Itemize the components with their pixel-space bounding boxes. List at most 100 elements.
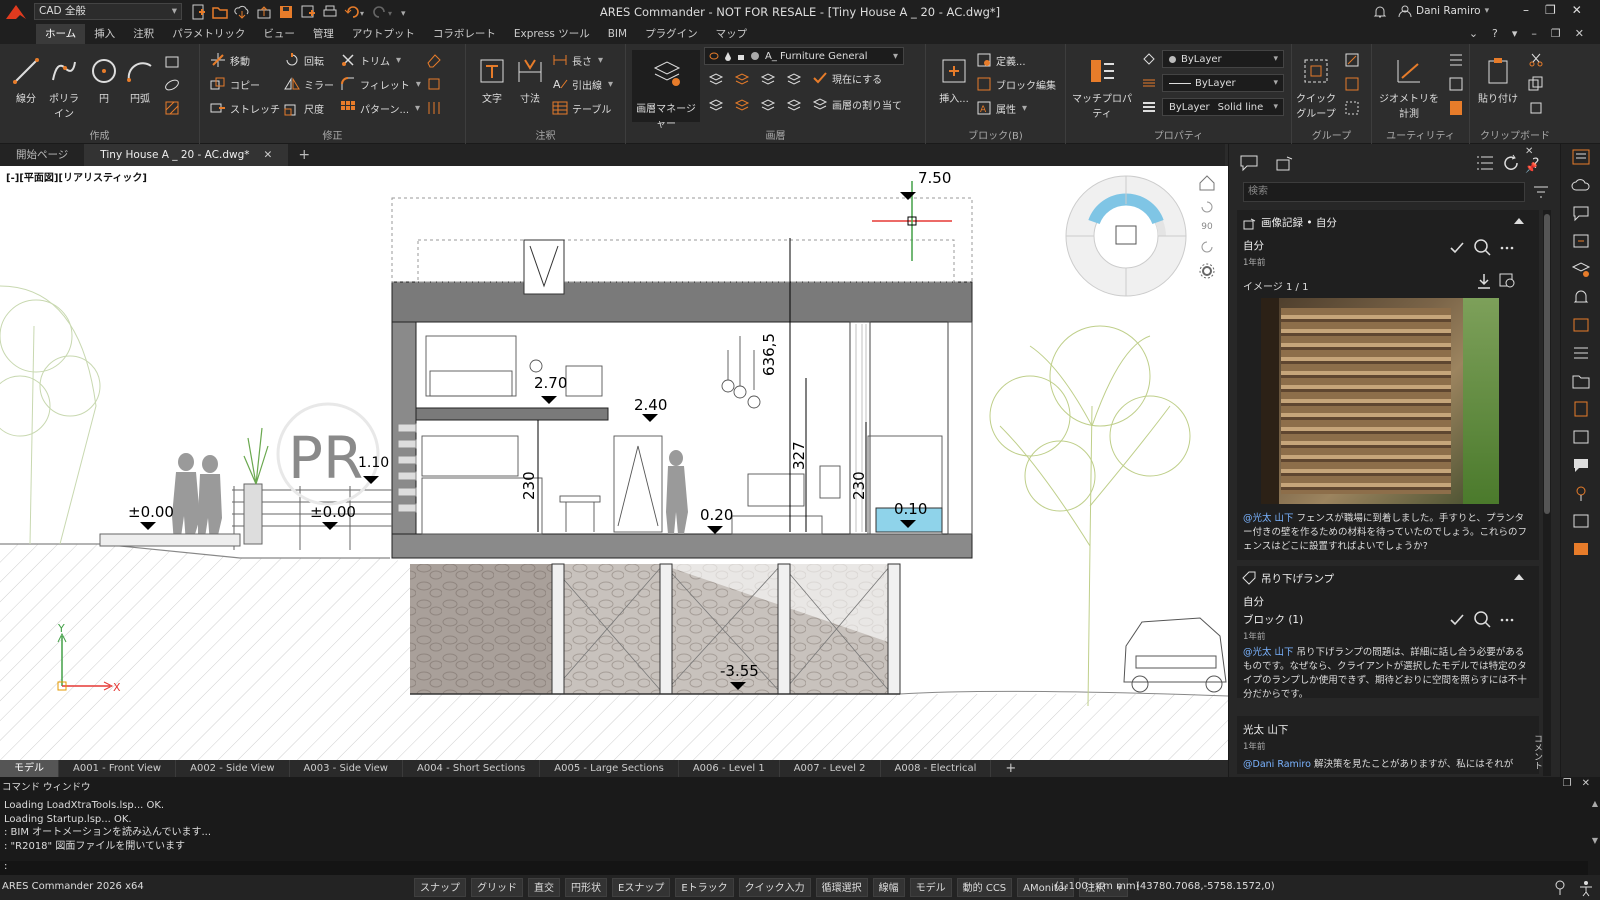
rectangle-button[interactable] [164, 52, 184, 72]
comment-icon[interactable] [1239, 153, 1259, 173]
resolve-check-icon[interactable] [1449, 612, 1465, 628]
bim-palette-icon[interactable] [1571, 428, 1591, 446]
layer-isolate-icon[interactable] [734, 72, 750, 86]
quick-group-button[interactable]: クイック グループ [1296, 56, 1336, 120]
image-palette-icon[interactable] [1571, 512, 1591, 530]
calculator-icon[interactable] [1448, 100, 1464, 116]
esnap-toggle[interactable]: Eスナップ [612, 878, 671, 897]
zoom-to-icon[interactable] [1473, 238, 1491, 256]
assign-layer-button[interactable]: 画層の割り当て [812, 94, 902, 114]
tab-start-page[interactable]: 開始ページ [0, 144, 84, 166]
sort-icon[interactable] [1531, 182, 1551, 202]
tab-manage[interactable]: 管理 [304, 24, 343, 44]
attribute-button[interactable]: A 属性 ▾ [976, 98, 1027, 118]
collapse-icon[interactable] [1513, 572, 1525, 582]
cycle-select-toggle[interactable]: 循環選択 [815, 878, 868, 897]
rotate-button[interactable]: 回転 [284, 50, 324, 70]
tab-output[interactable]: アウトプット [343, 24, 424, 44]
polyline-button[interactable]: ポリライン [46, 56, 82, 120]
ortho-toggle[interactable]: 直交 [528, 878, 560, 897]
layout-tab[interactable]: A007 - Level 2 [780, 760, 881, 777]
restore-icon[interactable]: ❐ [1563, 778, 1572, 789]
search-input[interactable]: 検索 [1243, 182, 1525, 202]
ellipse-button[interactable] [164, 75, 184, 95]
layout-tab[interactable]: A006 - Level 1 [679, 760, 780, 777]
download-icon[interactable] [1475, 272, 1493, 290]
accessibility-icon[interactable] [1576, 879, 1596, 897]
chevron-down-icon[interactable]: ▾ [1512, 27, 1518, 40]
pin-icon[interactable]: 📌 [1525, 163, 1537, 174]
tab-plugins[interactable]: プラグイン [636, 24, 707, 44]
comment-card-image[interactable]: 画像記録 • 自分 自分 1年前 イメージ 1 / 1 @光太 山下 フェンスが… [1237, 210, 1539, 560]
more-options-icon[interactable] [1499, 240, 1515, 256]
tool-matrix-icon[interactable] [1571, 344, 1591, 362]
layer-thaw-icon[interactable] [760, 98, 776, 112]
line-button[interactable]: 線分 [8, 56, 44, 105]
fence-photo[interactable] [1261, 298, 1499, 504]
help-icon[interactable]: ? [1492, 27, 1498, 40]
image-zoom-icon[interactable] [1499, 272, 1517, 290]
insert-block-button[interactable]: 挿入... [934, 56, 974, 105]
copy-clip-icon[interactable] [1528, 76, 1544, 92]
block-reference[interactable]: ブロック (1) [1243, 612, 1303, 627]
scrollbar-thumb[interactable] [1544, 214, 1550, 514]
group-select-icon[interactable] [1344, 100, 1360, 116]
erase-button[interactable] [426, 50, 446, 70]
properties-palette-icon[interactable] [1571, 148, 1591, 166]
color-select[interactable]: ByLayer [1162, 50, 1284, 68]
table-palette-icon[interactable] [1571, 540, 1591, 558]
tab-map[interactable]: マップ [707, 24, 757, 44]
explode-button[interactable] [426, 74, 446, 94]
linetype-select[interactable]: ByLayer [1162, 74, 1284, 92]
group-edit-icon[interactable] [1344, 52, 1360, 68]
hatch-button[interactable] [164, 98, 184, 118]
design-resources-icon[interactable] [1571, 232, 1591, 250]
tab-drawing[interactable]: Tiny House A _ 20 - AC.dwg* ✕ [84, 144, 289, 166]
close-icon[interactable]: ✕ [1582, 778, 1590, 789]
tab-collaborate[interactable]: コラボレート [424, 24, 505, 44]
close-doc-icon[interactable]: ✕ [1575, 27, 1584, 40]
tab-express-tools[interactable]: Express ツール [505, 24, 599, 44]
zoom-to-icon[interactable] [1473, 610, 1491, 628]
layer-lock-icon[interactable] [786, 72, 802, 86]
ribbon-collapse-icon[interactable]: ⌄ [1469, 27, 1478, 40]
view-cube-wheel[interactable] [1064, 174, 1188, 298]
new-tab-button[interactable]: + [288, 144, 320, 166]
quick-input-toggle[interactable]: クイック入力 [738, 878, 811, 897]
offset-button[interactable] [426, 98, 446, 118]
stretch-button[interactable]: ストレッチ [210, 98, 280, 118]
pattern-button[interactable]: パターン... ▾ [340, 98, 420, 118]
folder-icon[interactable] [1571, 372, 1591, 390]
paste-button[interactable]: 貼り付け [1476, 56, 1520, 105]
more-options-icon[interactable] [1499, 612, 1515, 628]
layer-freeze-icon[interactable] [760, 72, 776, 86]
layout-tab[interactable]: A004 - Short Sections [403, 760, 541, 777]
comments-palette-icon[interactable] [1571, 204, 1591, 222]
ungroup-icon[interactable] [1344, 76, 1360, 92]
image-note-icon[interactable] [1275, 153, 1295, 173]
restore-doc-icon[interactable]: ❐ [1551, 27, 1561, 40]
trim-button[interactable]: トリム ▾ [340, 50, 401, 70]
collapse-icon[interactable] [1513, 216, 1525, 226]
layout-tab[interactable]: A005 - Large Sections [540, 760, 679, 777]
rotate-angle-label[interactable]: 90 [1201, 222, 1212, 232]
snap-toggle[interactable]: スナップ [414, 878, 466, 897]
layout-tab[interactable]: A008 - Electrical [881, 760, 992, 777]
set-current-layer-button[interactable]: 現在にする [812, 68, 882, 88]
refresh-icon[interactable] [1501, 153, 1521, 173]
close-panel-icon[interactable]: ✕ [1525, 146, 1537, 157]
location-icon[interactable] [1552, 879, 1568, 897]
table-button[interactable]: テーブル [552, 98, 611, 118]
blocks-palette-icon[interactable] [1571, 316, 1591, 334]
minimize-icon[interactable]: – [1523, 3, 1529, 17]
user-menu[interactable]: Dani Ramiro ▾ [1398, 4, 1489, 18]
measure-geometry-button[interactable]: ジオメトリを計測 [1376, 56, 1442, 120]
layer-on-icon[interactable] [708, 98, 724, 112]
text-button[interactable]: 文字 [474, 56, 510, 105]
layout-tab[interactable]: A003 - Side View [290, 760, 403, 777]
drawing-canvas[interactable]: [-][平面図][リアリスティック] Y X 7.50 2.70 2.40 1.… [0, 166, 1228, 760]
dimension-button[interactable]: 寸法 [512, 56, 548, 105]
notification-bell-icon[interactable] [1372, 4, 1388, 20]
minimize-doc-icon[interactable]: – [1531, 27, 1537, 40]
scale-label[interactable]: (1:100 - cm mm) [1055, 881, 1140, 892]
